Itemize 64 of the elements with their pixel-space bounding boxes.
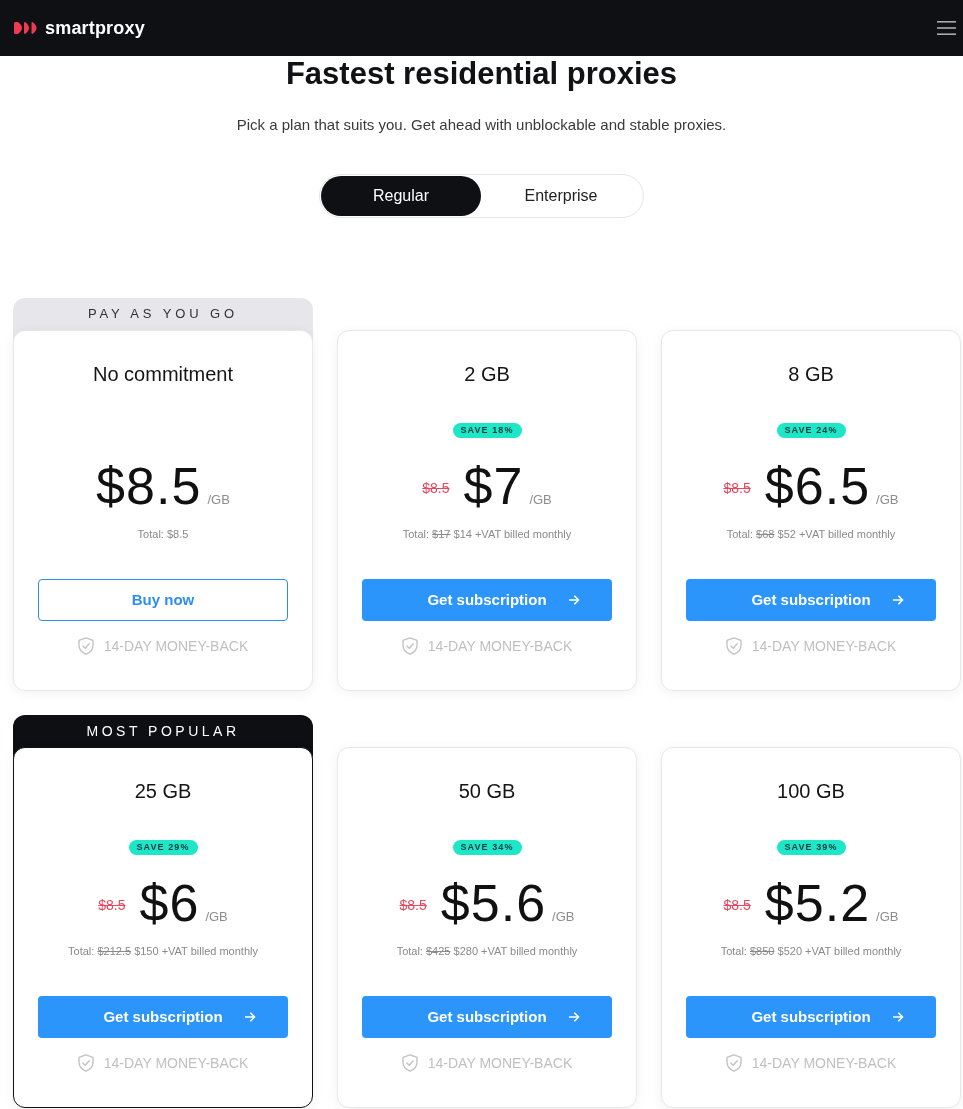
guarantee-text: 14-DAY MONEY-BACK — [751, 1054, 897, 1073]
price: $8.5 — [96, 456, 202, 516]
menu-icon[interactable] — [937, 21, 956, 35]
total-text: Total: $212.5 $150 +VAT billed monthly — [68, 944, 258, 959]
arrow-icon — [245, 1012, 256, 1022]
old-price: $8.5 — [399, 896, 427, 915]
plan-tab[interactable]: Regular — [321, 176, 481, 216]
shield-check-icon — [77, 1054, 94, 1072]
price: $5.6 — [440, 873, 547, 933]
save-badge: SAVE 18% — [452, 422, 522, 438]
arrow-icon — [893, 1012, 904, 1022]
total-text: Total: $8.5 — [137, 527, 189, 542]
arrow-icon — [569, 1012, 580, 1022]
price: $7 — [463, 456, 524, 516]
logo-text[interactable]: smartproxy — [45, 16, 145, 40]
save-badge: SAVE 34% — [452, 839, 522, 855]
plan-title: No commitment — [93, 362, 233, 387]
shield-check-icon — [77, 637, 94, 655]
subscription-button[interactable]: Get subscription — [38, 996, 288, 1038]
total-text: Total: $68 $52 +VAT billed monthly — [726, 527, 896, 542]
price-unit: /GB — [207, 492, 230, 508]
total-text: Total: $850 $520 +VAT billed monthly — [720, 944, 902, 959]
shield-check-icon — [401, 1054, 418, 1072]
save-badge: SAVE 29% — [128, 839, 198, 855]
plan-title: 2 GB — [464, 362, 510, 387]
price-unit: /GB — [552, 909, 575, 925]
subscription-button[interactable]: Get subscription — [686, 579, 936, 621]
plan-title: 50 GB — [458, 779, 516, 804]
price-unit: /GB — [205, 909, 228, 925]
subscription-button[interactable]: Get subscription — [362, 996, 612, 1038]
guarantee-text: 14-DAY MONEY-BACK — [427, 637, 573, 656]
shield-check-icon — [725, 1054, 742, 1072]
price: $6 — [139, 873, 200, 933]
price-unit: /GB — [876, 492, 899, 508]
price-unit: /GB — [529, 492, 552, 508]
old-price: $8.5 — [723, 896, 751, 915]
plan-title: 100 GB — [777, 779, 845, 804]
guarantee-text: 14-DAY MONEY-BACK — [751, 637, 897, 656]
total-text: Total: $17 $14 +VAT billed monthly — [402, 527, 572, 542]
total-text: Total: $425 $280 +VAT billed monthly — [396, 944, 578, 959]
shield-check-icon — [725, 637, 742, 655]
plan-title: 8 GB — [788, 362, 834, 387]
shield-check-icon — [401, 637, 418, 655]
guarantee-text: 14-DAY MONEY-BACK — [103, 637, 249, 656]
guarantee-text: 14-DAY MONEY-BACK — [427, 1054, 573, 1073]
price: $5.2 — [764, 873, 871, 933]
subscription-button[interactable]: Get subscription — [362, 579, 612, 621]
logo-icon — [14, 22, 37, 34]
save-badge: SAVE 39% — [776, 839, 846, 855]
buy-button[interactable]: Buy now — [38, 579, 288, 621]
subscription-button[interactable]: Get subscription — [686, 996, 936, 1038]
plan-tab[interactable]: Enterprise — [481, 176, 641, 216]
page-subtitle: Pick a plan that suits you. Get ahead with unblockable and stable proxies. — [236, 115, 727, 135]
plan-title: 25 GB — [134, 779, 192, 804]
arrow-icon — [569, 595, 580, 605]
old-price: $8.5 — [723, 479, 751, 498]
save-badge: SAVE 24% — [776, 422, 846, 438]
arrow-icon — [893, 595, 904, 605]
guarantee-text: 14-DAY MONEY-BACK — [103, 1054, 249, 1073]
price-unit: /GB — [876, 909, 899, 925]
price: $6.5 — [764, 456, 871, 516]
old-price: $8.5 — [422, 479, 450, 498]
old-price: $8.5 — [98, 896, 126, 915]
page-title: Fastest residential proxies — [285, 56, 678, 92]
